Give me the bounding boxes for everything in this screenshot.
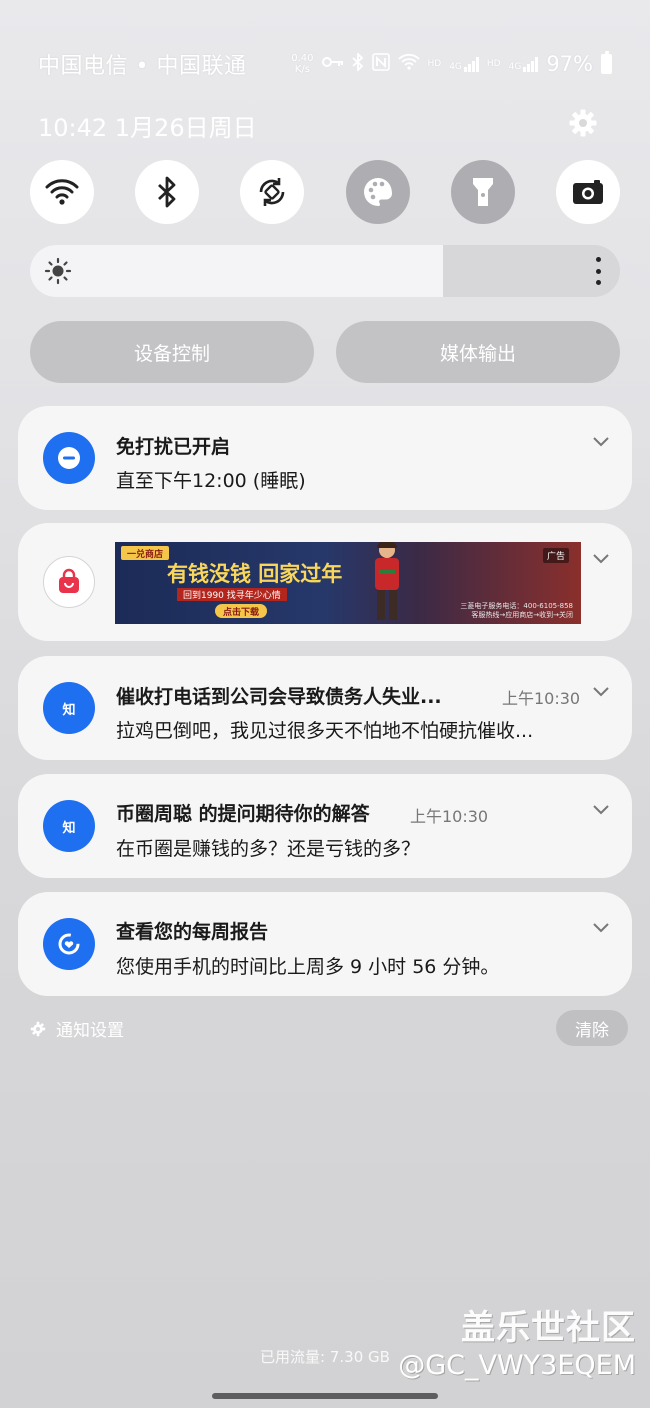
notification-title: 催收打电话到公司会导致债务人失业... — [116, 686, 442, 708]
notification-time: 上午10:30 — [410, 807, 489, 826]
bluetooth-status-icon — [351, 51, 364, 75]
ad-label: 广告 — [542, 548, 569, 563]
notification-title: 查看您的每周报告 — [116, 921, 269, 943]
dnd-icon — [43, 432, 95, 484]
notification-settings-link[interactable]: 通知设置 — [30, 1016, 124, 1041]
notification-body: 您使用手机的时间比上周多 9 小时 56 分钟。 — [116, 956, 500, 978]
notification-dnd[interactable]: 免打扰已开启 直至下午12:00 (睡眠) — [18, 406, 632, 510]
chevron-down-icon[interactable] — [592, 553, 610, 565]
rotate-icon — [260, 178, 285, 206]
flashlight-icon — [472, 178, 493, 206]
network-speed-value: 0.40 — [291, 53, 314, 64]
hd-label-1: HD — [427, 59, 442, 69]
camera-toggle[interactable] — [555, 160, 620, 224]
ad-shop-tag: 一兑商店 — [121, 546, 169, 560]
zhihu-app-icon: 知 — [43, 682, 95, 734]
ad-headline: 有钱没钱 回家过年 — [167, 562, 343, 586]
clear-all-button[interactable]: 清除 — [556, 1010, 628, 1046]
notification-body: 直至下午12:00 (睡眠) — [116, 470, 306, 492]
hd-label-2: HD — [486, 59, 501, 69]
status-bar: 中国电信 • 中国联通 0.40 K/s HD 4G HD 4G 97% — [38, 46, 612, 82]
lte-label-1: 4G — [449, 62, 462, 72]
chevron-down-icon[interactable] — [592, 436, 610, 448]
watermark-site: 盖乐世社区 — [461, 1308, 636, 1348]
camera-icon — [572, 180, 603, 204]
network-speed-unit: K/s — [294, 64, 310, 75]
ad-subline: 回到1990 找寻年少心情 — [177, 588, 287, 601]
digital-wellbeing-icon — [43, 918, 95, 970]
ad-banner-image[interactable]: 一兑商店 有钱没钱 回家过年 回到1990 找寻年少心情 点击下载 广告 三菱电… — [115, 542, 581, 624]
bluetooth-icon — [158, 176, 176, 208]
sun-icon — [44, 257, 72, 285]
settings-button[interactable] — [566, 106, 600, 140]
notification-title: 免打扰已开启 — [116, 436, 231, 458]
notification-title: 币圈周聪 的提问期待你的解答 — [116, 803, 370, 825]
signal-bars-1-icon — [463, 56, 479, 72]
ad-download-button: 点击下载 — [215, 604, 268, 618]
chevron-down-icon[interactable] — [592, 686, 610, 698]
bluetooth-toggle[interactable] — [135, 160, 200, 224]
ad-info: 三菱电子服务电话：400-6105-858 客服热线→应用商店→收到→关闭 — [460, 602, 573, 620]
notification-body: 拉鸡巴倒吧，我见过很多天不怕地不怕硬抗催收... — [116, 720, 534, 742]
key-icon — [321, 55, 344, 73]
signal-bars-2-icon — [523, 56, 539, 72]
home-indicator[interactable] — [212, 1393, 438, 1399]
signal-1: 4G — [449, 56, 479, 72]
notification-weekly-report[interactable]: 查看您的每周报告 您使用手机的时间比上周多 9 小时 56 分钟。 — [18, 892, 632, 996]
zhihu-app-icon: 知 — [43, 800, 95, 852]
shopping-bag-icon — [43, 556, 95, 608]
date-time: 10:42 1月26日周日 — [38, 114, 257, 142]
notification-zhihu-1[interactable]: 知 催收打电话到公司会导致债务人失业... 上午10:30 拉鸡巴倒吧，我见过很… — [18, 656, 632, 760]
wifi-status-icon — [397, 53, 420, 74]
notification-time: 上午10:30 — [502, 689, 581, 708]
battery-percent: 97% — [546, 52, 593, 76]
device-control-button[interactable]: 设备控制 — [30, 321, 314, 383]
lte-label-2: 4G — [508, 62, 522, 72]
ad-figure-illustration — [375, 542, 399, 620]
network-speed: 0.40 K/s — [291, 53, 313, 75]
chevron-down-icon[interactable] — [592, 804, 610, 816]
quick-settings-row — [30, 160, 620, 224]
wifi-toggle[interactable] — [30, 160, 94, 224]
gear-icon — [30, 1021, 46, 1036]
chevron-down-icon[interactable] — [592, 922, 610, 934]
zhihu-logo-text: 知 — [62, 702, 76, 718]
brightness-slider[interactable] — [30, 245, 620, 297]
media-output-button[interactable]: 媒体输出 — [336, 321, 620, 383]
notification-settings-label: 通知设置 — [56, 1021, 124, 1041]
ad-phone: 三菱电子服务电话：400-6105-858 — [460, 602, 573, 610]
notification-body: 在币圈是赚钱的多？还是亏钱的多？ — [116, 838, 421, 860]
flashlight-toggle[interactable] — [450, 160, 515, 224]
notification-zhihu-2[interactable]: 知 币圈周聪 的提问期待你的解答 上午10:30 在币圈是赚钱的多？还是亏钱的多… — [18, 774, 632, 878]
theme-toggle[interactable] — [345, 160, 410, 224]
ad-steps: 客服热线→应用商店→收到→关闭 — [471, 611, 573, 619]
brightness-fill — [30, 245, 443, 297]
auto-rotate-toggle[interactable] — [240, 160, 305, 224]
zhihu-logo-text: 知 — [62, 820, 76, 836]
palette-icon — [363, 178, 392, 206]
battery-icon — [601, 51, 612, 74]
watermark-user: @GC_VWY3EQEM — [398, 1350, 636, 1381]
nfc-icon — [371, 53, 390, 75]
wifi-icon — [45, 179, 79, 205]
notification-ad[interactable]: 一兑商店 有钱没钱 回家过年 回到1990 找寻年少心情 点击下载 广告 三菱电… — [18, 523, 632, 641]
signal-2: 4G — [509, 56, 539, 72]
gear-icon — [569, 109, 597, 137]
carrier-names: 中国电信 • 中国联通 — [38, 54, 247, 79]
more-options-icon[interactable] — [594, 257, 602, 285]
status-icons: 0.40 K/s HD 4G HD 4G 97% — [291, 51, 612, 76]
